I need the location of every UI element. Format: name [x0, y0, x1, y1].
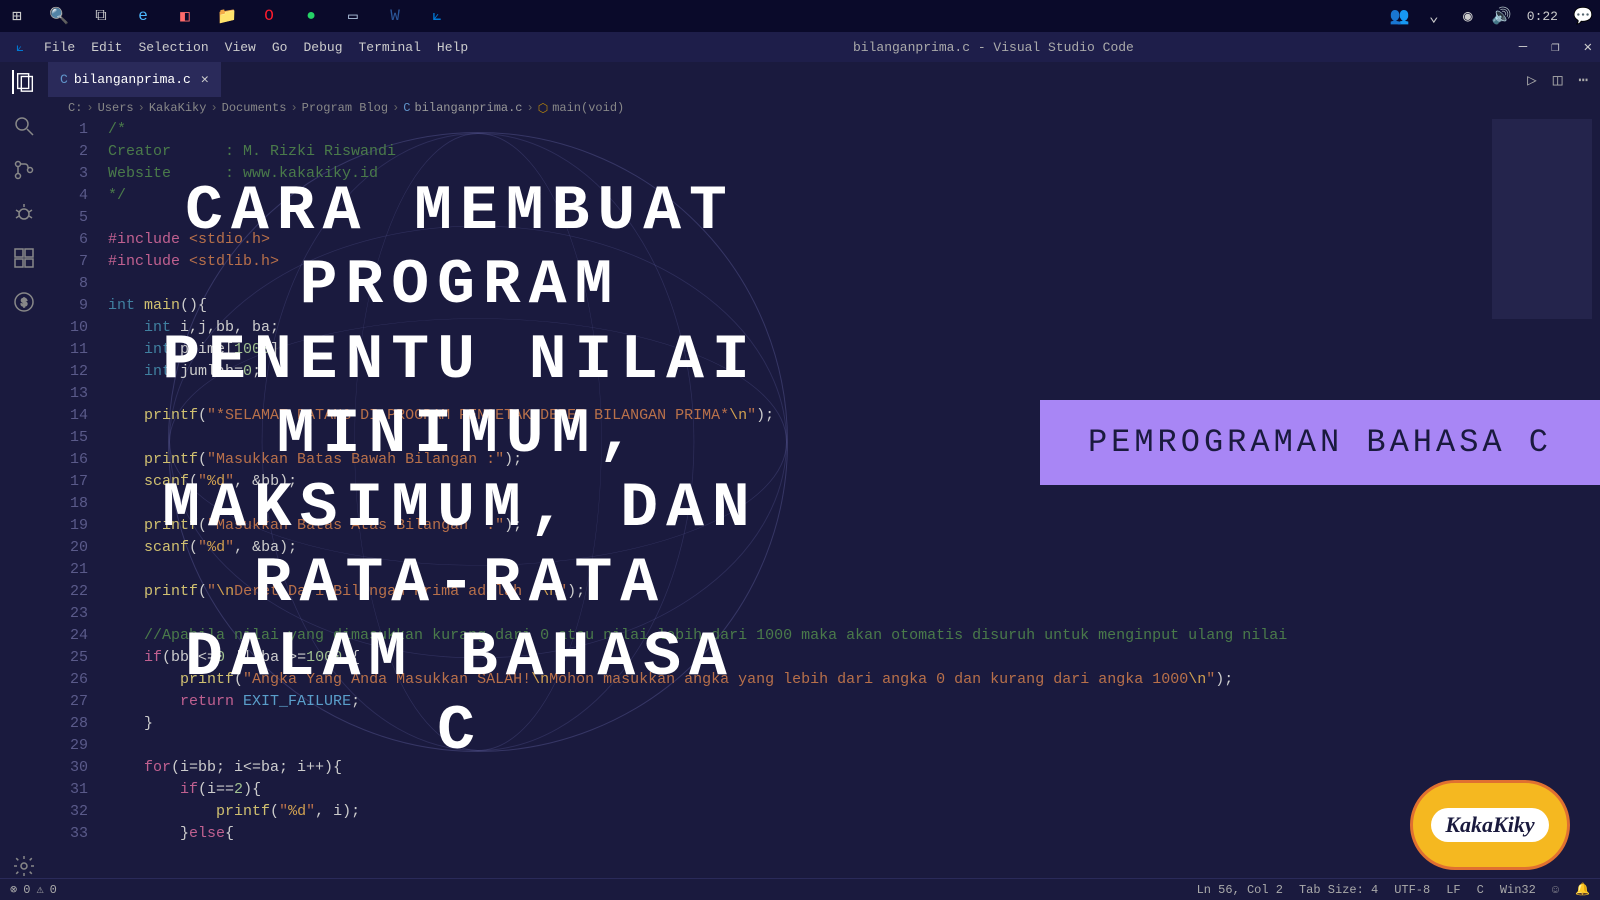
svg-text:$: $	[21, 298, 28, 310]
maximize-icon[interactable]: ❐	[1551, 39, 1559, 56]
menu-edit[interactable]: Edit	[91, 40, 122, 55]
menu-file[interactable]: File	[44, 40, 75, 55]
eol[interactable]: LF	[1446, 883, 1460, 897]
activity-bar: $	[0, 62, 48, 878]
search-icon[interactable]: 🔍	[50, 7, 68, 25]
warning-icon[interactable]: ⚠	[36, 882, 43, 897]
menu-go[interactable]: Go	[272, 40, 288, 55]
file-explorer-icon[interactable]: 📁	[218, 7, 236, 25]
tab-size[interactable]: Tab Size: 4	[1299, 883, 1378, 897]
run-icon[interactable]: ▷	[1527, 70, 1537, 90]
whatsapp-icon[interactable]: ●	[302, 7, 320, 25]
menu-help[interactable]: Help	[437, 40, 468, 55]
editor-tabs: C bilanganprima.c ✕ ▷ ◫ ⋯	[48, 62, 1600, 97]
vscode-titlebar: ⟀ File Edit Selection View Go Debug Term…	[0, 32, 1600, 62]
tab-bilanganprima[interactable]: C bilanganprima.c ✕	[48, 62, 221, 97]
cursor-position[interactable]: Ln 56, Col 2	[1197, 883, 1283, 897]
search-activity-icon[interactable]	[12, 114, 36, 138]
menu-bar: File Edit Selection View Go Debug Termin…	[44, 40, 468, 55]
explorer-icon[interactable]	[12, 70, 36, 94]
database-icon[interactable]: $	[12, 290, 36, 314]
encoding[interactable]: UTF-8	[1394, 883, 1430, 897]
menu-debug[interactable]: Debug	[303, 40, 342, 55]
line-gutter: 1234567891011121314151617181920212223242…	[48, 119, 108, 878]
settings-gear-icon[interactable]	[12, 854, 36, 878]
task-view-icon[interactable]: ⧉	[92, 7, 110, 25]
notifications-icon[interactable]: 💬	[1574, 7, 1592, 25]
chevron-up-icon[interactable]: ⌄	[1425, 7, 1443, 25]
breadcrumb-function-icon: ⬡	[538, 101, 548, 116]
channel-logo: KakaKiky	[1410, 780, 1570, 870]
error-icon[interactable]: ⊗	[10, 882, 17, 897]
bell-icon[interactable]: 🔔	[1575, 882, 1590, 897]
tab-close-icon[interactable]: ✕	[201, 72, 209, 87]
word-icon[interactable]: W	[386, 7, 404, 25]
windows-taskbar: ⊞ 🔍 ⧉ e ◧ 📁 O ● ▭ W ⟀ 👥 ⌄ ◉ 🔊 0:22 💬	[0, 0, 1600, 32]
menu-terminal[interactable]: Terminal	[359, 40, 421, 55]
close-icon[interactable]: ✕	[1584, 39, 1592, 56]
wifi-icon[interactable]: ◉	[1459, 7, 1477, 25]
split-editor-icon[interactable]: ◫	[1553, 70, 1563, 90]
overlay-title: CARA MEMBUAT PROGRAM PENENTU NILAI MINIM…	[140, 175, 780, 770]
overlay-badge: PEMROGRAMAN BAHASA C	[1040, 400, 1600, 485]
app-icon-2[interactable]: ▭	[344, 7, 362, 25]
minimize-icon[interactable]: ―	[1519, 39, 1527, 56]
language-mode[interactable]: C	[1477, 883, 1484, 897]
feedback-icon[interactable]: ☺	[1552, 883, 1559, 897]
menu-selection[interactable]: Selection	[138, 40, 208, 55]
windows-start-icon[interactable]: ⊞	[8, 7, 26, 25]
breadcrumb[interactable]: C:› Users› KakaKiky› Documents› Program …	[48, 97, 1600, 119]
clock[interactable]: 0:22	[1527, 9, 1558, 24]
breadcrumb-file-icon: C	[403, 101, 410, 115]
volume-icon[interactable]: 🔊	[1493, 7, 1511, 25]
people-icon[interactable]: 👥	[1391, 7, 1409, 25]
vscode-logo-icon: ⟀	[8, 40, 32, 55]
source-control-icon[interactable]	[12, 158, 36, 182]
os-indicator[interactable]: Win32	[1500, 883, 1536, 897]
tab-filename: bilanganprima.c	[74, 72, 191, 87]
c-file-icon: C	[60, 72, 68, 87]
edge-icon[interactable]: e	[134, 7, 152, 25]
status-bar: ⊗0 ⚠0 Ln 56, Col 2 Tab Size: 4 UTF-8 LF …	[0, 878, 1600, 900]
menu-view[interactable]: View	[225, 40, 256, 55]
debug-icon[interactable]	[12, 202, 36, 226]
more-actions-icon[interactable]: ⋯	[1578, 70, 1588, 90]
minimap[interactable]	[1492, 119, 1592, 319]
logo-text: KakaKiky	[1431, 808, 1548, 842]
extensions-icon[interactable]	[12, 246, 36, 270]
app-icon-1[interactable]: ◧	[176, 7, 194, 25]
vscode-taskbar-icon[interactable]: ⟀	[428, 7, 446, 25]
window-title: bilanganprima.c - Visual Studio Code	[468, 40, 1519, 55]
opera-icon[interactable]: O	[260, 7, 278, 25]
